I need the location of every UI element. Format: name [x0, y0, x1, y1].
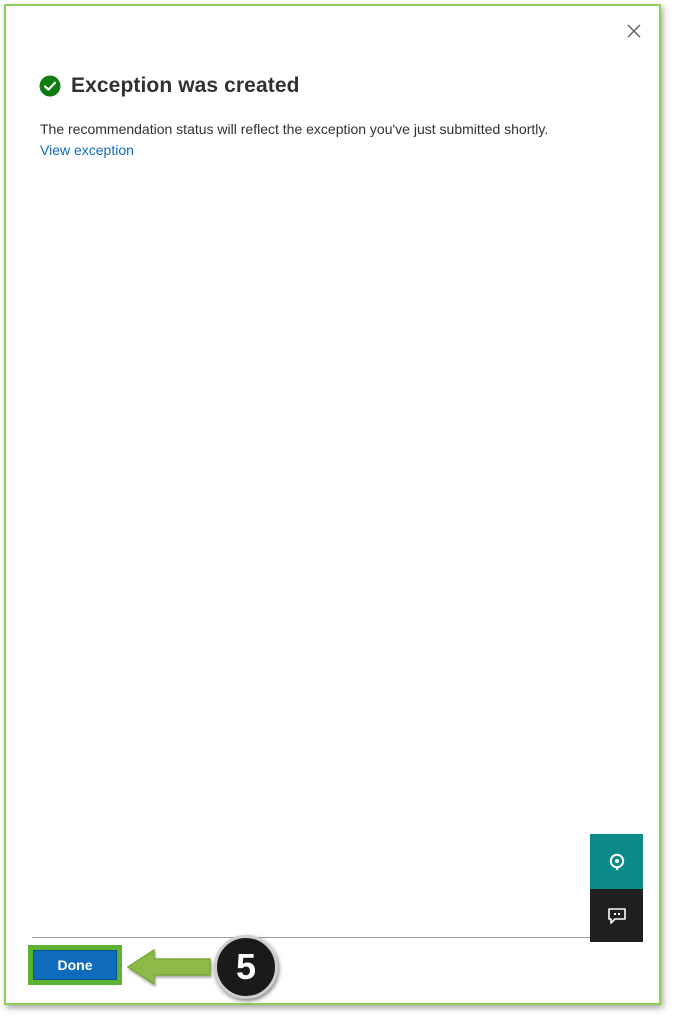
status-message: The recommendation status will reflect t… [40, 121, 549, 137]
close-icon [627, 24, 641, 38]
side-toolbar [590, 834, 643, 942]
close-button[interactable] [622, 19, 646, 43]
footer-divider [32, 937, 590, 938]
view-exception-link[interactable]: View exception [40, 142, 134, 158]
done-button[interactable]: Done [33, 950, 117, 980]
feedback-button[interactable] [590, 889, 643, 942]
help-support-icon [609, 853, 624, 870]
page-title: Exception was created [71, 74, 300, 97]
feedback-chat-icon [607, 907, 626, 924]
help-button[interactable] [590, 834, 643, 889]
step-number-badge: 5 [214, 935, 278, 999]
check-circle-icon [39, 75, 61, 97]
left-arrow-icon [126, 948, 211, 986]
panel-header: Exception was created [39, 74, 300, 98]
